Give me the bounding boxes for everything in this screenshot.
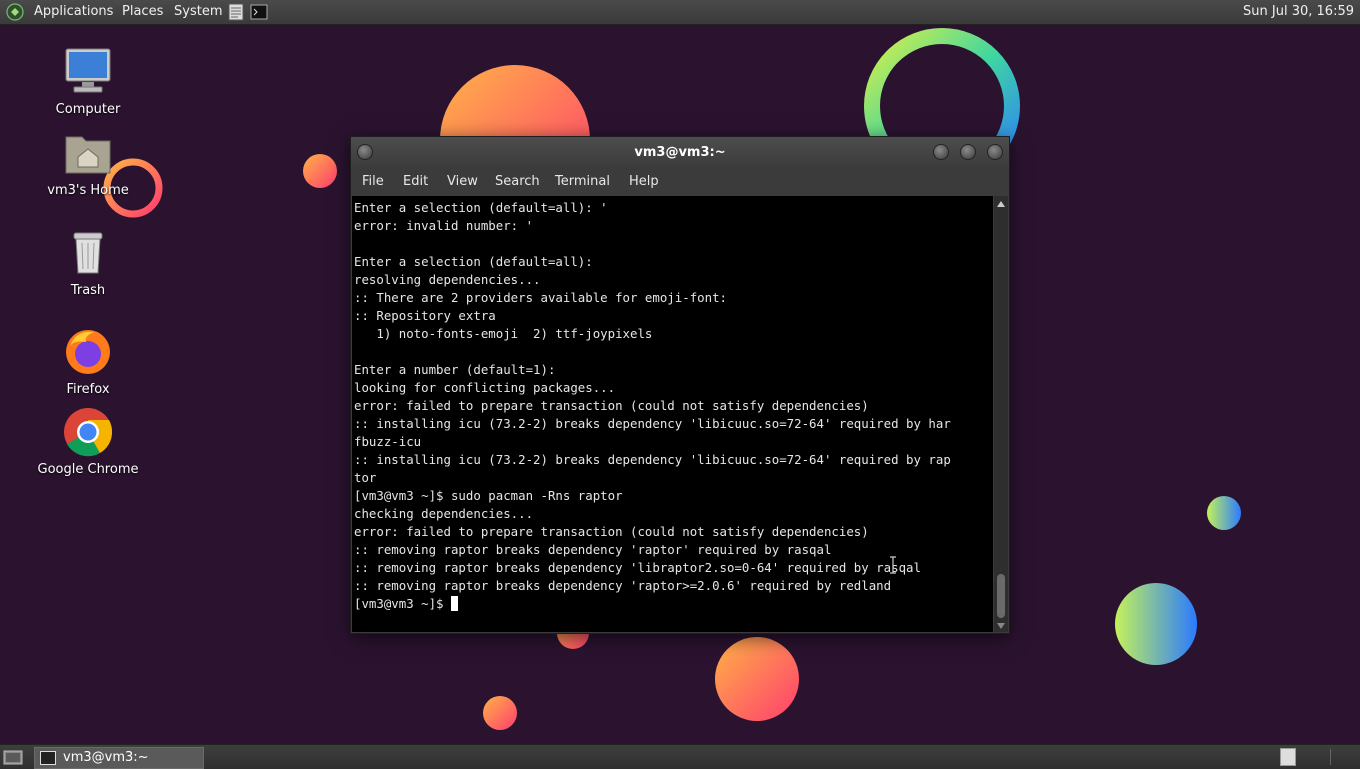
- terminal-line: :: removing raptor breaks dependency 'li…: [354, 560, 921, 575]
- menu-terminal[interactable]: Terminal: [555, 174, 610, 189]
- terminal-line: 1) noto-fonts-emoji 2) ttf-joypixels: [354, 326, 653, 341]
- terminal-line: Enter a number (default=1):: [354, 362, 556, 377]
- terminal-line: looking for conflicting packages...: [354, 380, 616, 395]
- top-panel: Applications Places System Sun Jul 30, 1…: [0, 0, 1360, 25]
- desktop-icon-label: Trash: [70, 283, 106, 298]
- menu-file[interactable]: File: [362, 174, 384, 189]
- system-menu[interactable]: System: [174, 4, 222, 19]
- window-titlebar[interactable]: vm3@vm3:~: [351, 137, 1009, 167]
- text-editor-icon[interactable]: [227, 3, 245, 21]
- text-cursor-icon: [890, 556, 896, 574]
- desktop-icon-computer[interactable]: Computer: [33, 46, 143, 117]
- terminal-line: error: failed to prepare transaction (co…: [354, 398, 869, 413]
- trash-icon: [73, 232, 103, 274]
- terminal-cursor: [450, 596, 458, 611]
- window-title: vm3@vm3:~: [634, 145, 726, 160]
- desktop-icon-trash[interactable]: Trash: [33, 227, 143, 298]
- terminal-line: error: failed to prepare transaction (co…: [354, 524, 869, 539]
- computer-icon: [65, 48, 111, 93]
- terminal-line: :: Repository extra: [354, 308, 496, 323]
- terminal-line: Enter a selection (default=all): ': [354, 200, 608, 215]
- menu-edit[interactable]: Edit: [403, 174, 428, 189]
- terminal-line: [vm3@vm3 ~]$ sudo pacman -Rns raptor: [354, 488, 623, 503]
- terminal-scrollbar[interactable]: [994, 196, 1008, 632]
- distro-logo-icon[interactable]: [6, 3, 24, 21]
- terminal-line: fbuzz-icu: [354, 434, 422, 449]
- scroll-down-icon[interactable]: [997, 623, 1005, 629]
- show-desktop-icon[interactable]: [3, 748, 23, 766]
- terminal-line: tor: [354, 470, 377, 485]
- terminal-line: Enter a selection (default=all):: [354, 254, 593, 269]
- terminal-text: Enter a selection (default=all): ' error…: [352, 199, 951, 613]
- maximize-icon[interactable]: [960, 144, 976, 160]
- clock[interactable]: Sun Jul 30, 16:59: [1243, 4, 1354, 19]
- desktop-icon-label: vm3's Home: [47, 183, 129, 198]
- terminal-line: :: installing icu (73.2-2) breaks depend…: [354, 452, 951, 467]
- desktop-icon-firefox[interactable]: Firefox: [33, 326, 143, 397]
- terminal-icon[interactable]: [250, 3, 268, 21]
- menu-help[interactable]: Help: [629, 174, 659, 189]
- desktop-icon-label: Computer: [55, 102, 121, 117]
- terminal-line: error: invalid number: ': [354, 218, 534, 233]
- close-icon[interactable]: [987, 144, 1003, 160]
- desktop-icon-home[interactable]: vm3's Home: [33, 127, 143, 198]
- workspace-switcher[interactable]: [1280, 748, 1296, 766]
- terminal-line: :: removing raptor breaks dependency 'ra…: [354, 578, 892, 593]
- desktop-icon-label: Firefox: [66, 382, 110, 397]
- applications-menu[interactable]: Applications: [34, 4, 113, 19]
- chrome-icon: [64, 408, 113, 457]
- minimize-icon[interactable]: [933, 144, 949, 160]
- terminal-window[interactable]: vm3@vm3:~ File Edit View Search Terminal…: [350, 136, 1010, 634]
- menu-view[interactable]: View: [447, 174, 478, 189]
- terminal-output[interactable]: Enter a selection (default=all): ' error…: [352, 196, 993, 632]
- terminal-line: checking dependencies...: [354, 506, 534, 521]
- desktop-icon-chrome[interactable]: Google Chrome: [33, 406, 143, 477]
- terminal-line: :: installing icu (73.2-2) breaks depend…: [354, 416, 951, 431]
- terminal-menubar: File Edit View Search Terminal Help: [351, 169, 1009, 195]
- terminal-line: :: removing raptor breaks dependency 'ra…: [354, 542, 832, 557]
- menu-search[interactable]: Search: [495, 174, 540, 189]
- terminal-line: resolving dependencies...: [354, 272, 541, 287]
- terminal-line: :: There are 2 providers available for e…: [354, 290, 727, 305]
- bottom-panel: vm3@vm3:~: [0, 744, 1360, 769]
- places-menu[interactable]: Places: [122, 4, 163, 19]
- terminal-prompt: [vm3@vm3 ~]$: [354, 596, 451, 611]
- desktop-icon-label: Google Chrome: [37, 462, 139, 477]
- terminal-icon: [40, 751, 56, 765]
- taskbar-terminal-button[interactable]: vm3@vm3:~: [34, 747, 204, 769]
- home-folder-icon: [65, 136, 111, 174]
- firefox-icon: [66, 330, 110, 374]
- panel-separator: [1330, 749, 1331, 765]
- task-label: vm3@vm3:~: [63, 750, 149, 765]
- scroll-up-icon[interactable]: [997, 201, 1005, 207]
- scrollbar-thumb[interactable]: [997, 574, 1005, 618]
